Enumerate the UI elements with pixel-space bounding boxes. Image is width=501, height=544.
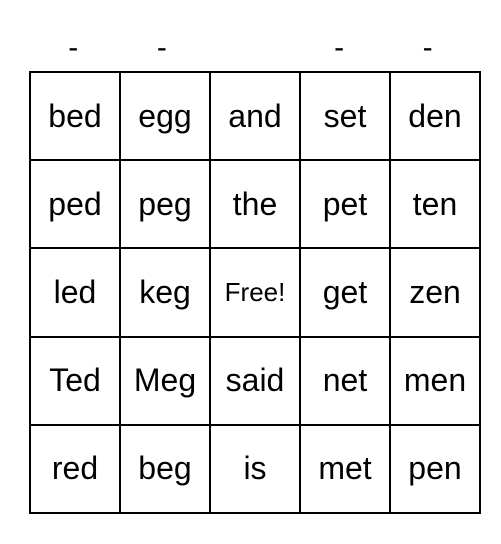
- grid-row: ped peg the pet ten: [29, 159, 481, 250]
- grid-row: led keg Free! get zen: [29, 247, 481, 338]
- bingo-grid: bed egg and set den ped peg the pet ten …: [29, 70, 481, 515]
- bingo-cell[interactable]: red: [29, 423, 121, 515]
- bingo-cell[interactable]: led: [29, 247, 121, 338]
- bingo-header: - - - -: [29, 30, 472, 66]
- bingo-cell[interactable]: ped: [29, 159, 121, 250]
- bingo-cell[interactable]: the: [209, 159, 301, 250]
- header-letter-5: -: [422, 31, 433, 64]
- bingo-cell[interactable]: and: [209, 70, 301, 162]
- bingo-cell[interactable]: get: [299, 247, 391, 338]
- bingo-cell[interactable]: bed: [29, 70, 121, 162]
- grid-row: bed egg and set den: [29, 70, 481, 162]
- bingo-cell[interactable]: keg: [119, 247, 211, 338]
- bingo-cell[interactable]: ten: [389, 159, 481, 250]
- bingo-cell[interactable]: is: [209, 423, 301, 515]
- grid-row: red beg is met pen: [29, 423, 481, 515]
- bingo-cell[interactable]: net: [299, 335, 391, 426]
- bingo-cell[interactable]: egg: [119, 70, 211, 162]
- bingo-cell[interactable]: pet: [299, 159, 391, 250]
- bingo-cell[interactable]: den: [389, 70, 481, 162]
- header-letter-4: -: [334, 31, 345, 64]
- bingo-cell[interactable]: peg: [119, 159, 211, 250]
- free-space-cell[interactable]: Free!: [209, 247, 301, 338]
- bingo-cell[interactable]: pen: [389, 423, 481, 515]
- header-letter-1: -: [68, 31, 79, 64]
- grid-row: Ted Meg said net men: [29, 335, 481, 426]
- bingo-cell[interactable]: set: [299, 70, 391, 162]
- header-letter-2: -: [156, 31, 167, 64]
- bingo-cell[interactable]: beg: [119, 423, 211, 515]
- header-letter-3: [206, 30, 295, 66]
- bingo-cell[interactable]: zen: [389, 247, 481, 338]
- bingo-cell[interactable]: said: [209, 335, 301, 426]
- bingo-cell[interactable]: met: [299, 423, 391, 515]
- bingo-cell[interactable]: Ted: [29, 335, 121, 426]
- bingo-cell[interactable]: Meg: [119, 335, 211, 426]
- bingo-cell[interactable]: men: [389, 335, 481, 426]
